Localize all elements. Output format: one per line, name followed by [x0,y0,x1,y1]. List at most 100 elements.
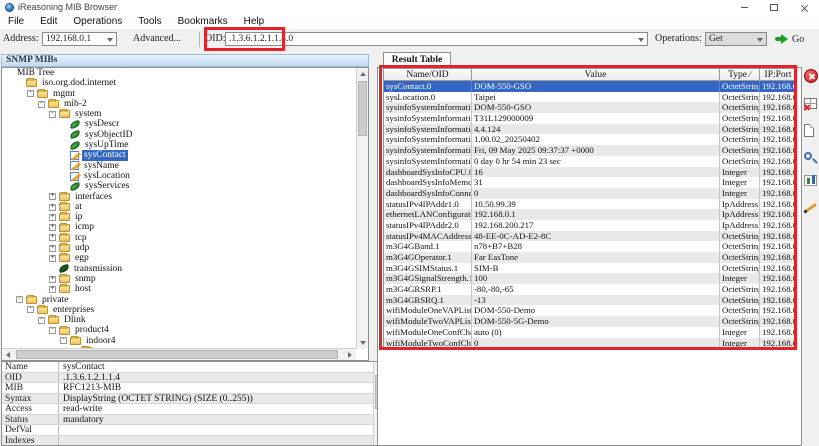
tree-expander-icon[interactable]: + [49,204,56,211]
result-table-row[interactable]: sysinfoSystemInformation... T31L12900000… [384,113,794,124]
property-row[interactable]: Status mandatory [2,415,373,426]
result-table-row[interactable]: dashboardSysInfoMemory.0 31 Integer 192.… [384,177,794,188]
tree-item[interactable]: + tcp [2,233,355,243]
tree-item[interactable]: sysName [2,161,355,171]
menu-item[interactable]: Tools [130,14,169,29]
tree-expander-icon[interactable]: - [60,337,67,344]
property-row[interactable]: OID .1.3.6.1.2.1.1.4 [2,373,373,384]
menu-item[interactable]: File [0,14,32,29]
tree-expander-icon[interactable]: + [49,255,56,262]
result-table-row[interactable]: sysinfoSystemInformation... 4.4.124 Octe… [384,124,794,135]
result-table-row[interactable]: wifiModuleOneConfChann... auto (0) Integ… [384,327,794,338]
address-combobox[interactable]: 192.168.0.1 [42,32,117,46]
magnifier-icon[interactable] [804,152,812,160]
menu-item[interactable]: Help [236,14,273,29]
tree-item[interactable]: - mgmt [2,89,355,99]
column-header-ip-port[interactable]: IP:Port [760,69,796,80]
tree-item[interactable]: sysServices [2,181,355,191]
chevron-down-icon[interactable] [638,38,644,42]
tree-vertical-scrollbar[interactable] [356,68,368,349]
tree-expander-icon[interactable]: - [49,111,56,118]
tree-item[interactable]: + host [2,284,355,294]
tree-expander-icon[interactable]: + [49,276,56,283]
tree-expander-icon[interactable]: - [38,101,45,108]
tab-result-table[interactable]: Result Table [383,52,451,67]
scrollbar-thumb[interactable] [358,81,367,136]
tree-item[interactable]: - mib-2 [2,99,355,109]
menu-item[interactable]: Edit [32,14,65,29]
property-row[interactable]: DefVal [2,425,373,436]
chevron-down-icon[interactable] [107,38,113,42]
result-table-row[interactable]: statusIPv4MACAddress2.0 48-EE-0C-AD-E2-8… [384,231,794,242]
tree-item[interactable]: + snmp [2,274,355,284]
tree-item[interactable]: sysLocation [2,171,355,181]
tree-item[interactable]: + egp [2,253,355,263]
tree-item[interactable]: sysContact [2,150,355,160]
result-table-row[interactable]: wifiModuleOneVAPListSSI... DOM-550-Demo … [384,305,794,316]
maximize-button[interactable] [759,0,789,14]
tree-expander-icon[interactable]: + [49,193,56,200]
tree-item[interactable]: - private [2,295,355,305]
tree-expander-icon[interactable]: + [49,214,56,221]
scroll-up-icon[interactable] [357,68,369,80]
oid-combobox[interactable]: .1.3.6.1.2.1.1.4.0 [225,32,648,46]
tree-item[interactable]: MIB Tree [2,68,355,78]
result-table-row[interactable]: sysContact.0 DOM-550-GSO OctetString 192… [384,81,794,92]
tree-expander-icon[interactable]: - [38,317,45,324]
tree-item[interactable]: - product4 [2,325,355,335]
result-table-row[interactable]: m3G4GOperator.1 Far EasTone OctetString … [384,252,794,263]
document-icon[interactable] [804,124,814,137]
scroll-left-icon[interactable] [2,349,14,361]
tree-expander-icon[interactable]: - [16,296,23,303]
property-row[interactable]: MIB RFC1213-MIB [2,383,373,394]
result-table-row[interactable]: sysinfoSystemInformation... 0 day 0 hr 5… [384,156,794,167]
tree-item[interactable]: - Dlink [2,315,355,325]
chart-icon[interactable] [804,175,817,186]
tree-horizontal-scrollbar[interactable] [2,348,356,360]
delete-table-icon[interactable] [804,98,817,109]
tree-expander-icon[interactable]: - [27,306,34,313]
column-header-value[interactable]: Value [472,69,720,80]
tree-item[interactable]: + udp [2,243,355,253]
column-header-name-oid[interactable]: Name/OID [384,69,472,80]
result-table-row[interactable]: dashboardSysInfoCPU.0 16 Integer 192.168… [384,167,794,178]
tree-item[interactable]: + ip [2,212,355,222]
tree-item[interactable]: transmission [2,264,355,274]
close-button[interactable] [789,0,819,14]
result-table-row[interactable]: m3G4GRSRQ.1 -13 OctetString 192.168.0...… [384,295,794,306]
tree-item[interactable]: sysObjectID [2,130,355,140]
tree-expander-icon[interactable]: + [49,234,56,241]
scrollbar-thumb[interactable] [16,350,338,359]
result-table-row[interactable]: wifiModuleTwoConfChan... 0 Integer 192.1… [384,338,794,349]
tree-item[interactable]: - indoor4 [2,336,355,346]
operations-combobox[interactable]: Get [705,32,767,46]
tree-item[interactable]: sysUpTime [2,140,355,150]
chevron-down-icon[interactable] [757,38,763,42]
menu-item[interactable]: Operations [65,14,130,29]
scroll-right-icon[interactable] [344,349,356,361]
property-row[interactable]: Access read-write [2,404,373,415]
result-table-row[interactable]: ethernetLANConfiguration... 192.168.0.1 … [384,209,794,220]
minimize-button[interactable] [729,0,759,14]
scroll-down-icon[interactable] [357,337,369,349]
result-table-row[interactable]: statusIPv4IPAddr2.0 192.168.200.217 IpAd… [384,220,794,231]
tree-expander-icon[interactable]: - [49,327,56,334]
result-table-row[interactable]: wifiModuleTwoVAPListSS... DOM-550-5G-Dem… [384,316,794,327]
tree-item[interactable]: iso.org.dod.internet [2,78,355,88]
result-table-row[interactable]: sysinfoSystemInformationF... 1.00.02_202… [384,134,794,145]
result-table-row[interactable]: sysinfoSystemInformationS... Fri, 09 May… [384,145,794,156]
tree-item[interactable]: sysDescr [2,119,355,129]
tree-item[interactable]: - system [2,109,355,119]
clear-results-icon[interactable] [804,69,818,83]
tree-expander-icon[interactable]: + [49,245,56,252]
pen-edit-icon[interactable] [804,201,818,215]
result-table-row[interactable]: m3G4GSignalStrength.1 100 Integer 192.16… [384,273,794,284]
tree-item[interactable]: + at [2,202,355,212]
result-table-row[interactable]: statusIPv4IPAddr1.0 10.50.99.39 IpAddres… [384,199,794,210]
result-table-row[interactable]: sysinfoSystemInformation... DOM-550-GSO … [384,102,794,113]
result-table-row[interactable]: m3G4GRSRP.1 -80,-80,-65 OctetString 192.… [384,284,794,295]
result-table-row[interactable]: m3G4GSIMStatus.1 SIM-B OctetString 192.1… [384,263,794,274]
tree-expander-icon[interactable]: + [49,224,56,231]
result-table-row[interactable]: sysLocation.0 Taipei OctetString 192.168… [384,92,794,103]
property-row[interactable]: Name sysContact [2,362,373,373]
